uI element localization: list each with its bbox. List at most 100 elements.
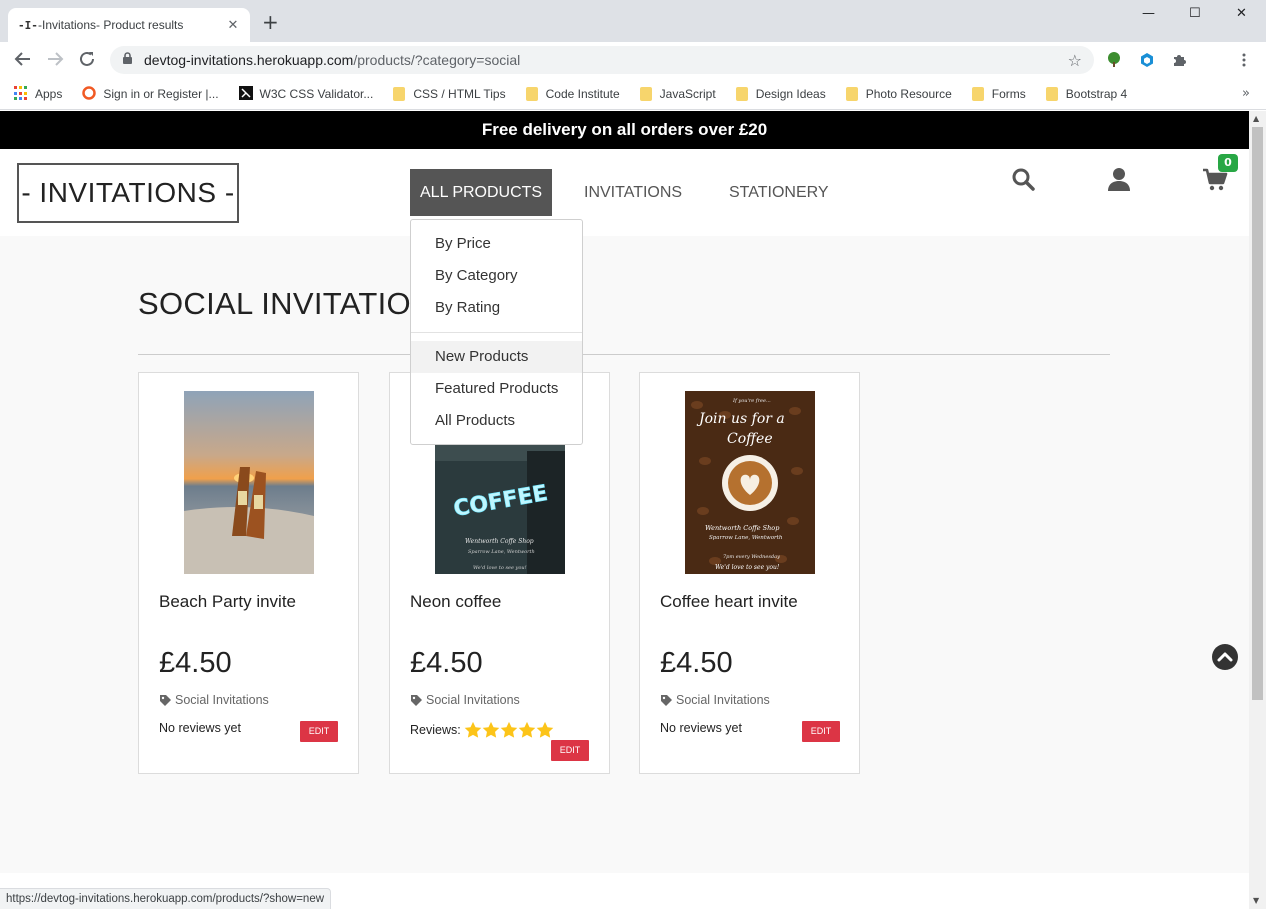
back-to-top-button[interactable] xyxy=(1212,644,1238,670)
bookmark-w3c-validator[interactable]: W3C CSS Validator... xyxy=(238,86,373,101)
bookmarks-overflow-icon[interactable]: » xyxy=(1242,86,1250,101)
browser-tabstrip: -I- -Invitations- Product results ✕ + — … xyxy=(0,0,1266,42)
star-icon xyxy=(536,721,553,738)
dropdown-item-by-price[interactable]: By Price xyxy=(411,228,582,260)
site-logo[interactable]: - INVITATIONS - xyxy=(17,163,239,223)
star-rating xyxy=(464,721,554,739)
edit-button[interactable]: EDIT xyxy=(300,721,338,742)
product-card: If you're free... Join us for a Coffee W… xyxy=(639,372,860,774)
hexagon-extension-icon[interactable] xyxy=(1139,52,1155,68)
bookmark-apps[interactable]: Apps xyxy=(14,86,62,101)
url-domain: devtog-invitations.herokuapp.com xyxy=(144,52,354,68)
reviews-text: Reviews: xyxy=(410,723,461,737)
product-name[interactable]: Beach Party invite xyxy=(159,592,296,612)
bookmark-css-html-tips[interactable]: CSS / HTML Tips xyxy=(393,86,506,101)
bookmark-label: Code Institute xyxy=(545,86,620,101)
title-divider xyxy=(138,354,1110,355)
window-close-icon[interactable]: ✕ xyxy=(1236,6,1247,21)
scroll-up-arrow-icon[interactable]: ▲ xyxy=(1253,114,1259,123)
account-icon[interactable] xyxy=(1107,167,1133,193)
bookmark-design-ideas[interactable]: Design Ideas xyxy=(735,86,826,101)
bookmark-label: Sign in or Register |... xyxy=(103,86,219,101)
image-heading: Join us for a xyxy=(696,411,785,427)
dropdown-divider xyxy=(411,332,582,333)
dropdown-item-all-products[interactable]: All Products xyxy=(411,405,582,437)
dropdown-item-by-rating[interactable]: By Rating xyxy=(411,292,582,324)
search-icon[interactable] xyxy=(1011,167,1037,193)
bookmark-photo-resource[interactable]: Photo Resource xyxy=(845,86,952,101)
tree-extension-icon[interactable] xyxy=(1106,52,1122,68)
puzzle-extensions-icon[interactable] xyxy=(1171,52,1187,68)
link-status-bar: https://devtog-invitations.herokuapp.com… xyxy=(0,888,332,909)
dropdown-item-featured-products[interactable]: Featured Products xyxy=(411,373,582,405)
browser-tab[interactable]: -I- -Invitations- Product results ✕ xyxy=(8,8,250,42)
page-viewport: Free delivery on all orders over £20 - I… xyxy=(0,111,1249,909)
back-arrow-icon[interactable] xyxy=(14,50,32,72)
folder-icon xyxy=(845,86,858,101)
all-products-dropdown: By Price By Category By Rating New Produ… xyxy=(410,219,583,445)
product-category: Social Invitations xyxy=(676,693,770,707)
scroll-down-arrow-icon[interactable]: ▼ xyxy=(1253,896,1259,905)
edit-button[interactable]: EDIT xyxy=(802,721,840,742)
bookmark-label: Apps xyxy=(35,86,63,101)
minimize-icon[interactable]: — xyxy=(1142,6,1155,21)
address-bar[interactable]: devtog-invitations.herokuapp.com/product… xyxy=(110,46,1094,74)
dropdown-item-new-products[interactable]: New Products xyxy=(411,341,582,373)
image-text-line: Wentworth Coffe Shop xyxy=(705,524,780,532)
reload-icon[interactable] xyxy=(78,50,96,72)
product-reviews: Reviews: xyxy=(410,721,554,739)
product-image[interactable] xyxy=(184,391,314,574)
image-heading: Coffee xyxy=(727,431,773,447)
bookmark-label: CSS / HTML Tips xyxy=(413,86,506,101)
page-scrollbar[interactable]: ▲ ▼ xyxy=(1249,111,1266,909)
product-card: Beach Party invite £4.50 Social Invitati… xyxy=(138,372,359,774)
product-category-link[interactable]: Social Invitations xyxy=(410,693,520,707)
image-text-line: Sparrow Lane, Wentworth xyxy=(468,549,535,555)
nav-all-products[interactable]: ALL PRODUCTS xyxy=(410,169,553,216)
delivery-banner: Free delivery on all orders over £20 xyxy=(0,111,1249,149)
bookmark-label: Bootstrap 4 xyxy=(1065,86,1128,101)
bookmark-star-icon[interactable]: ☆ xyxy=(1068,51,1082,70)
nav-invitations[interactable]: INVITATIONS xyxy=(574,169,692,216)
bookmark-code-institute[interactable]: Code Institute xyxy=(525,86,620,101)
product-category: Social Invitations xyxy=(175,693,269,707)
site-header: - INVITATIONS - ALL PRODUCTS INVITATIONS… xyxy=(0,149,1249,236)
tag-icon xyxy=(660,694,673,707)
product-reviews: No reviews yet xyxy=(159,721,241,735)
dropdown-item-by-category[interactable]: By Category xyxy=(411,260,582,292)
tab-close-icon[interactable]: ✕ xyxy=(226,18,240,33)
maximize-icon[interactable]: ☐ xyxy=(1189,6,1201,21)
tag-icon xyxy=(410,694,423,707)
bookmark-sign-in[interactable]: Sign in or Register |... xyxy=(82,86,219,101)
image-text-line: 7pm every Wednesday xyxy=(723,554,780,560)
product-category: Social Invitations xyxy=(426,693,520,707)
cart-count-badge: 0 xyxy=(1218,154,1238,172)
products-section: SOCIAL INVITATIONS Beach Party invite £4… xyxy=(0,236,1249,873)
bookmark-javascript[interactable]: JavaScript xyxy=(639,86,716,101)
bookmark-bootstrap[interactable]: Bootstrap 4 xyxy=(1045,86,1128,101)
product-category-link[interactable]: Social Invitations xyxy=(159,693,269,707)
folder-icon xyxy=(1045,86,1058,101)
product-name[interactable]: Coffee heart invite xyxy=(660,592,798,612)
image-text-line: We'd love to see you! xyxy=(715,564,780,571)
product-name[interactable]: Neon coffee xyxy=(410,592,501,612)
product-image[interactable]: If you're free... Join us for a Coffee W… xyxy=(685,391,815,574)
nav-stationery[interactable]: STATIONERY xyxy=(719,169,839,216)
new-tab-button[interactable]: + xyxy=(262,12,279,32)
reviews-text: No reviews yet xyxy=(660,721,742,735)
image-text-line: Wentworth Coffe Shop xyxy=(465,538,534,545)
browser-menu-icon[interactable] xyxy=(1236,52,1252,68)
page-title: SOCIAL INVITATIONS xyxy=(138,286,455,321)
tab-favicon-icon: -I- xyxy=(18,18,38,32)
star-icon xyxy=(464,721,481,738)
edit-button[interactable]: EDIT xyxy=(551,740,589,761)
product-category-link[interactable]: Social Invitations xyxy=(660,693,770,707)
tab-title: -Invitations- Product results xyxy=(38,18,184,32)
forward-arrow-icon[interactable] xyxy=(46,50,64,72)
bookmark-forms[interactable]: Forms xyxy=(971,86,1026,101)
lock-icon xyxy=(122,52,136,68)
image-text-line: We'd love to see you! xyxy=(473,565,527,571)
reviews-text: No reviews yet xyxy=(159,721,241,735)
scrollbar-thumb[interactable] xyxy=(1252,127,1263,700)
w3c-icon xyxy=(238,86,253,101)
